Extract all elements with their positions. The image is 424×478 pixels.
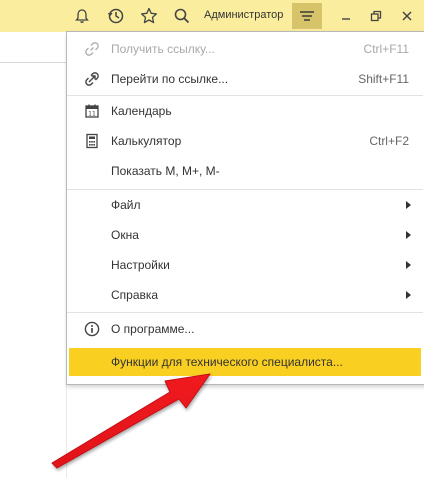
info-icon xyxy=(83,320,101,338)
go-to-link-icon xyxy=(83,70,101,88)
menu-item-windows[interactable]: Окна xyxy=(67,221,423,249)
menu-item-label: Календарь xyxy=(111,104,172,118)
menu-item-label: Функции для технического специалиста... xyxy=(111,355,343,369)
minimize-icon[interactable] xyxy=(334,4,358,28)
main-menu-button[interactable] xyxy=(292,3,322,29)
star-icon[interactable] xyxy=(137,4,161,28)
link-icon xyxy=(83,40,101,58)
menu-item-show-memory[interactable]: Показать М, М+, М- xyxy=(67,157,423,185)
menu-separator xyxy=(67,95,423,96)
menu-item-label: Калькулятор xyxy=(111,134,182,148)
calculator-icon xyxy=(83,132,101,150)
history-icon[interactable] xyxy=(104,4,128,28)
submenu-arrow-icon xyxy=(406,201,411,209)
menu-item-calendar[interactable]: 11 Календарь xyxy=(67,97,423,125)
menu-item-file[interactable]: Файл xyxy=(67,191,423,219)
main-menu-dropdown: Получить ссылку... Ctrl+F11 Перейти по с… xyxy=(66,31,424,385)
svg-text:11: 11 xyxy=(88,111,96,118)
menu-item-label: О программе... xyxy=(111,322,195,336)
restore-icon[interactable] xyxy=(364,4,388,28)
submenu-arrow-icon xyxy=(406,291,411,299)
menu-separator xyxy=(67,312,423,313)
menu-item-about[interactable]: О программе... xyxy=(67,315,423,343)
menu-item-get-link[interactable]: Получить ссылку... Ctrl+F11 xyxy=(67,35,423,63)
menu-item-tech-specialist[interactable]: Функции для технического специалиста... xyxy=(69,348,421,376)
shortcut-label: Ctrl+F2 xyxy=(369,134,409,148)
hamburger-icon xyxy=(300,11,314,21)
menu-item-label: Настройки xyxy=(111,258,170,272)
user-name[interactable]: Администратор xyxy=(204,9,283,21)
menu-item-calculator[interactable]: Калькулятор Ctrl+F2 xyxy=(67,127,423,155)
menu-item-label: Получить ссылку... xyxy=(111,42,215,56)
bell-icon[interactable] xyxy=(70,4,94,28)
menu-item-label: Показать М, М+, М- xyxy=(111,164,220,178)
search-icon[interactable] xyxy=(170,4,194,28)
title-bar: Администратор xyxy=(0,0,424,32)
menu-separator xyxy=(67,189,423,190)
menu-item-settings[interactable]: Настройки xyxy=(67,251,423,279)
shortcut-label: Shift+F11 xyxy=(358,72,409,86)
menu-item-label: Файл xyxy=(111,198,141,212)
submenu-arrow-icon xyxy=(406,231,411,239)
menu-item-help[interactable]: Справка xyxy=(67,281,423,309)
menu-item-label: Перейти по ссылке... xyxy=(111,72,229,86)
menu-item-label: Справка xyxy=(111,288,159,302)
calendar-icon: 11 xyxy=(83,102,101,120)
close-icon[interactable] xyxy=(395,4,419,28)
shortcut-label: Ctrl+F11 xyxy=(363,42,409,56)
tab-strip xyxy=(0,32,66,63)
menu-item-go-to-link[interactable]: Перейти по ссылке... Shift+F11 xyxy=(67,65,423,93)
submenu-arrow-icon xyxy=(406,261,411,269)
workspace-area xyxy=(0,62,67,478)
menu-item-label: Окна xyxy=(111,228,139,242)
